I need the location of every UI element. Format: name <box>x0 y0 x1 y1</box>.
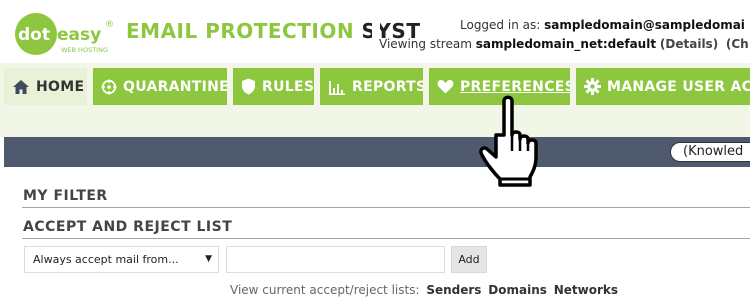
svg-text:easy: easy <box>57 25 101 45</box>
knowledge-base-button[interactable]: (Knowled <box>670 142 750 162</box>
domains-link[interactable]: Domains <box>488 283 547 297</box>
logged-in-user: sampledomain@sampledomai <box>544 18 745 32</box>
sub-toolbar <box>4 137 750 167</box>
networks-link[interactable]: Networks <box>554 283 618 297</box>
select-value: Always accept mail from... <box>33 253 179 266</box>
tab-rules[interactable]: RULES <box>233 68 314 105</box>
svg-text:WEB HOSTING: WEB HOSTING <box>61 46 108 54</box>
senders-link[interactable]: Senders <box>426 283 481 297</box>
tab-home-label: HOME <box>36 78 85 95</box>
user-info: Logged in as: sampledomain@sampledomai V… <box>379 16 750 54</box>
main-nav: HOME QUARANTINE RULES REPORTS PREFERENCE… <box>0 63 750 137</box>
tab-reports-label: REPORTS <box>352 78 423 95</box>
tab-home[interactable]: HOME <box>4 68 87 105</box>
tab-preferences-label: PREFERENCES <box>460 78 570 95</box>
home-icon <box>13 79 29 94</box>
address-input[interactable] <box>226 246 445 273</box>
view-lists-line: View current accept/reject lists: Sender… <box>230 283 618 297</box>
dotzeasy-logo: dot easy ® WEB HOSTING <box>15 13 114 55</box>
my-filter-heading: MY FILTER <box>23 188 108 204</box>
tab-rules-label: RULES <box>262 78 314 95</box>
view-lists-label: View current accept/reject lists: <box>230 283 420 297</box>
logged-in-label: Logged in as: <box>460 18 541 32</box>
tab-manage-user-accounts-label: MANAGE USER ACC <box>607 78 750 95</box>
gear-icon <box>584 78 601 95</box>
tab-manage-user-accounts[interactable]: MANAGE USER ACC <box>576 68 750 105</box>
crosshair-icon <box>101 79 117 94</box>
tab-quarantine[interactable]: QUARANTINE <box>93 68 227 105</box>
details-link[interactable]: (Details) <box>660 37 718 51</box>
change-stream-link[interactable]: (Ch <box>726 37 749 51</box>
dropdown-arrow-icon: ▼ <box>205 254 212 264</box>
section-divider <box>22 238 750 239</box>
stream-label: Viewing stream <box>379 37 472 51</box>
bar-chart-icon <box>329 80 345 95</box>
accept-reject-select[interactable]: Always accept mail from... ▼ <box>24 246 219 273</box>
tab-quarantine-label: QUARANTINE <box>123 78 227 95</box>
hand-pointer-icon <box>479 95 538 187</box>
heart-icon <box>437 80 454 94</box>
tab-reports[interactable]: REPORTS <box>320 68 423 105</box>
svg-text:®: ® <box>105 20 114 30</box>
svg-text:dot: dot <box>18 25 50 45</box>
shield-icon <box>242 78 255 95</box>
stream-value: sampledomain_net:default <box>475 37 657 51</box>
accept-reject-heading: ACCEPT AND REJECT LIST <box>23 219 233 235</box>
add-button[interactable]: Add <box>451 246 487 273</box>
section-divider <box>22 207 750 208</box>
